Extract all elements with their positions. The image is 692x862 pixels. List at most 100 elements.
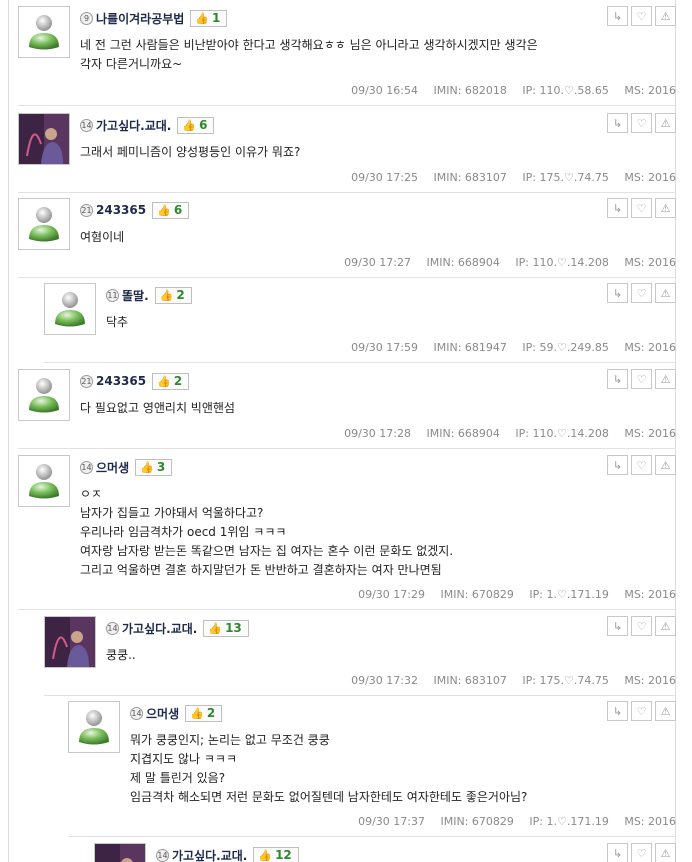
like-count-badge[interactable]: 👍 12 (253, 846, 299, 862)
comment-line: 각자 다른거니까요~ (80, 57, 183, 71)
like-count-badge[interactable]: 👍 2 (152, 372, 190, 390)
siren-icon[interactable]: ⚠ (655, 455, 676, 475)
like-count-badge[interactable]: 👍 6 (177, 116, 215, 134)
level-badge: 21 (80, 374, 93, 388)
like-count: 2 (206, 706, 216, 720)
siren-icon[interactable]: ⚠ (655, 6, 676, 26)
heart-icon[interactable]: ♡ (631, 113, 652, 133)
author-nickname[interactable]: 으머생 (96, 459, 129, 476)
like-count-badge[interactable]: 👍 3 (135, 458, 173, 476)
comment-item: 21 243365 👍 6 ↳ ♡ ⚠ 여혐이네 09/30 17:27 IMI… (18, 198, 676, 278)
reply-icon[interactable]: ↳ (607, 843, 628, 862)
comment-meta: 09/30 17:29 IMIN: 670829 IP: 1.♡.171.19 … (346, 588, 676, 601)
comment-actions: ↳ ♡ ⚠ (607, 6, 676, 26)
comment-imin: IMIN: 670829 (440, 815, 514, 828)
like-count-badge[interactable]: 👍 1 (190, 9, 228, 27)
thumbs-up-icon: 👍 (140, 460, 154, 474)
comment-body: 다 필요없고 영앤리치 빅앤핸섬 (80, 399, 676, 418)
comment-body: 뭐가 쿵쿵인지; 논리는 없고 무조건 쿵쿵 지겹지도 않나 ㅋㅋㅋ 제 말 틀린거… (130, 731, 676, 807)
like-count-badge[interactable]: 👍 6 (152, 201, 190, 219)
avatar[interactable] (18, 113, 70, 165)
comment-line: 여자랑 남자랑 받는돈 똑같으면 남자는 집 여자는 혼수 이런 문화도 없겠지… (80, 544, 454, 558)
avatar[interactable] (18, 369, 70, 421)
author-nickname[interactable]: 가고싶다.교대. (96, 117, 171, 134)
comment-imin: IMIN: 681947 (433, 341, 507, 354)
author-nickname[interactable]: 으머생 (146, 705, 179, 722)
avatar[interactable] (94, 843, 146, 862)
comment-line: 남자가 집들고 가야돼서 억울하다고? (80, 506, 264, 520)
comment-imin: IMIN: 668904 (426, 256, 500, 269)
comment-body: 쿵쿵.. (106, 646, 676, 665)
comment-item: 21 243365 👍 2 ↳ ♡ ⚠ 다 필요없고 영앤리치 빅앤핸섬 09/… (18, 369, 676, 449)
heart-icon[interactable]: ♡ (631, 616, 652, 636)
author-nickname[interactable]: 똘딸. (122, 287, 149, 304)
author-nickname[interactable]: 나를이겨라공부법 (96, 10, 184, 27)
comment-actions: ↳ ♡ ⚠ (607, 843, 676, 862)
like-count: 3 (156, 460, 166, 474)
comment-line: 그래서 페미니즘이 양성평등인 이유가 뭐죠? (80, 145, 301, 159)
comment-ip: IP: 110.♡.14.208 (515, 427, 609, 440)
reply-icon[interactable]: ↳ (607, 455, 628, 475)
avatar[interactable] (18, 455, 70, 507)
avatar[interactable] (68, 701, 120, 753)
reply-icon[interactable]: ↳ (607, 283, 628, 303)
siren-icon[interactable]: ⚠ (655, 113, 676, 133)
avatar[interactable] (18, 198, 70, 250)
heart-icon[interactable]: ♡ (631, 843, 652, 862)
comment-header: 14 가고싶다.교대. 👍 13 (106, 619, 249, 637)
reply-icon[interactable]: ↳ (607, 701, 628, 721)
heart-icon[interactable]: ♡ (631, 6, 652, 26)
comment-header: 14 가고싶다.교대. 👍 12 (156, 846, 299, 862)
comment-meta: 09/30 17:37 IMIN: 670829 IP: 1.♡.171.19 … (346, 815, 676, 828)
comment-header: 21 243365 👍 2 (80, 372, 190, 390)
heart-icon[interactable]: ♡ (631, 283, 652, 303)
comment-imin: IMIN: 683107 (433, 171, 507, 184)
comment-body: ㅇㅈ 남자가 집들고 가야돼서 억울하다고? 우리나라 임금격차가 oecd 1위임… (80, 485, 676, 580)
siren-icon[interactable]: ⚠ (655, 701, 676, 721)
avatar[interactable] (44, 616, 96, 668)
comment-actions: ↳ ♡ ⚠ (607, 283, 676, 303)
author-nickname[interactable]: 243365 (96, 203, 146, 217)
reply-icon[interactable]: ↳ (607, 369, 628, 389)
reply-icon[interactable]: ↳ (607, 198, 628, 218)
comment-line: 뭐가 쿵쿵인지; 논리는 없고 무조건 쿵쿵 (130, 733, 330, 747)
comment-ip: IP: 1.♡.171.19 (529, 815, 609, 828)
heart-icon[interactable]: ♡ (631, 369, 652, 389)
level-badge: 14 (130, 706, 143, 720)
avatar[interactable] (18, 6, 70, 58)
thumbs-up-icon: 👍 (258, 848, 273, 862)
thumbs-up-icon: 👍 (159, 288, 174, 302)
reply-icon[interactable]: ↳ (607, 113, 628, 133)
comment-ip: IP: 175.♡.74.75 (522, 171, 609, 184)
reply-icon[interactable]: ↳ (607, 6, 628, 26)
author-nickname[interactable]: 가고싶다.교대. (122, 620, 197, 637)
comment-ip: IP: 110.♡.58.65 (522, 84, 609, 97)
heart-icon[interactable]: ♡ (631, 198, 652, 218)
comment-meta: 09/30 16:54 IMIN: 682018 IP: 110.♡.58.65… (339, 84, 676, 97)
like-count-badge[interactable]: 👍 13 (203, 619, 249, 637)
comment-date: 09/30 16:54 (351, 84, 418, 97)
comment-ip: IP: 175.♡.74.75 (522, 674, 609, 687)
heart-icon[interactable]: ♡ (631, 455, 652, 475)
author-nickname[interactable]: 가고싶다.교대. (172, 847, 247, 862)
siren-icon[interactable]: ⚠ (655, 616, 676, 636)
comment-line: ㅇㅈ (80, 487, 103, 501)
comment-ms: MS: 2016 (624, 341, 676, 354)
siren-icon[interactable]: ⚠ (655, 843, 676, 862)
thumbs-up-icon: 👍 (182, 118, 197, 132)
heart-icon[interactable]: ♡ (631, 701, 652, 721)
comment-header: 14 으머생 👍 3 (80, 458, 173, 476)
comment-line: 여혐이네 (80, 230, 125, 244)
siren-icon[interactable]: ⚠ (655, 283, 676, 303)
reply-icon[interactable]: ↳ (607, 616, 628, 636)
author-nickname[interactable]: 243365 (96, 374, 146, 388)
avatar[interactable] (44, 283, 96, 335)
thumbs-up-icon: 👍 (190, 706, 204, 720)
like-count-badge[interactable]: 👍 2 (185, 704, 223, 722)
thumbs-up-icon: 👍 (208, 621, 223, 635)
siren-icon[interactable]: ⚠ (655, 369, 676, 389)
like-count-badge[interactable]: 👍 2 (154, 286, 192, 304)
comment-line: 제 말 틀린거 있음? (130, 771, 226, 785)
siren-icon[interactable]: ⚠ (655, 198, 676, 218)
comment-body: 여혐이네 (80, 228, 676, 247)
